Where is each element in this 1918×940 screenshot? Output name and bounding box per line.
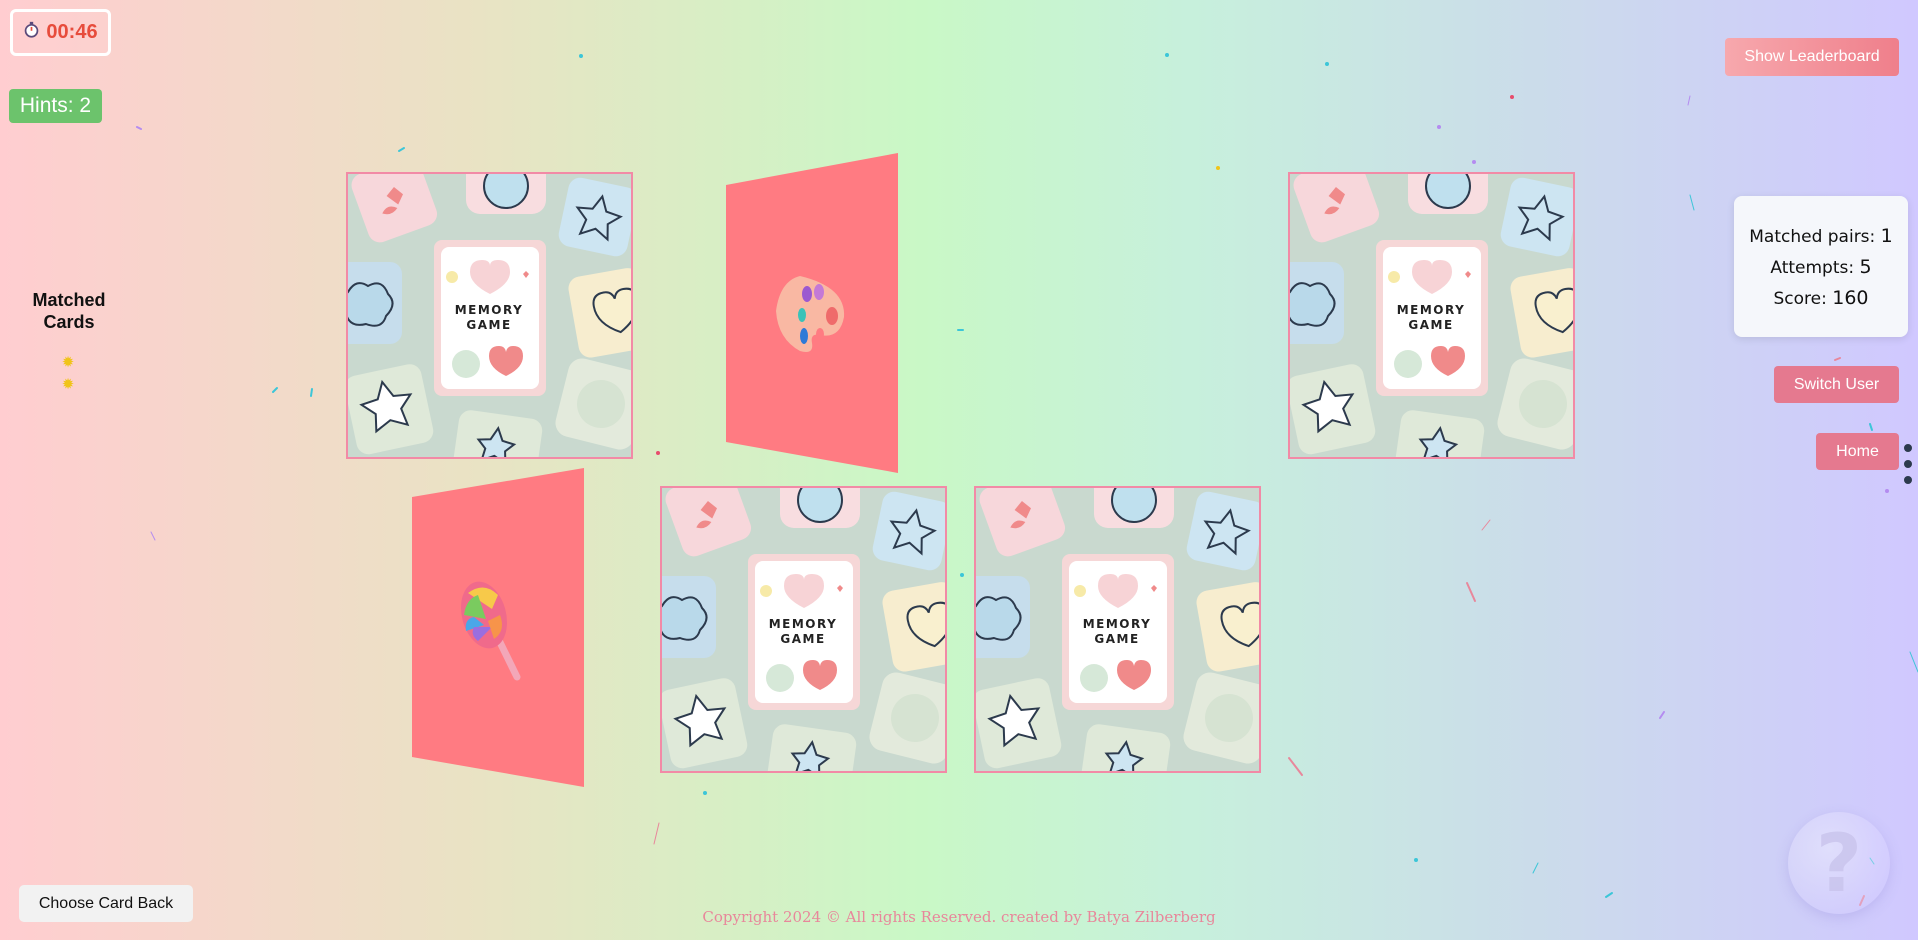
copyright-footer: Copyright 2024 © All rights Reserved. cr…	[702, 908, 1216, 926]
sparkle-icon: ✹	[61, 376, 75, 393]
memory-card-facedown[interactable]: MEMORY GAME	[660, 486, 947, 773]
memory-card-facedown[interactable]: MEMORY GAME	[1288, 172, 1575, 459]
memory-card-facedown[interactable]: MEMORY GAME	[974, 486, 1261, 773]
memory-card-revealed-palette[interactable]	[720, 150, 905, 480]
memory-card-revealed-lollipop[interactable]	[408, 465, 593, 795]
show-leaderboard-button[interactable]: Show Leaderboard	[1725, 38, 1899, 76]
attempts-stat: Attempts: 5	[1770, 255, 1872, 278]
card-back-title: GAME	[780, 632, 825, 646]
memory-card-facedown[interactable]: MEMORY GAME	[346, 172, 633, 459]
stopwatch-icon	[23, 21, 40, 44]
help-question-icon[interactable]: ?	[1788, 812, 1890, 914]
card-back-title: MEMORY	[1397, 303, 1466, 317]
score-stat: Score: 160	[1773, 286, 1869, 309]
card-back-title: MEMORY	[769, 617, 838, 631]
home-button[interactable]: Home	[1816, 433, 1899, 470]
card-back-title: GAME	[1094, 632, 1139, 646]
switch-user-button[interactable]: Switch User	[1774, 366, 1899, 403]
sparkle-icon: ✹	[61, 354, 75, 371]
card-back-title: GAME	[466, 318, 511, 332]
matched-pairs-stat: Matched pairs: 1	[1749, 224, 1893, 247]
card-back-title: MEMORY	[455, 303, 524, 317]
timer-display: 00:46	[10, 9, 111, 56]
timer-value: 00:46	[46, 21, 98, 43]
hints-button[interactable]: Hints: 2	[9, 89, 102, 123]
confetti-decoration	[136, 53, 1918, 906]
card-back-title: MEMORY	[1083, 617, 1152, 631]
more-options-icon[interactable]	[1904, 444, 1912, 492]
card-back-title: GAME	[1408, 318, 1453, 332]
matched-cards-title: Matched Cards	[32, 290, 106, 332]
stats-panel: Matched pairs: 1 Attempts: 5 Score: 160	[1734, 196, 1908, 337]
